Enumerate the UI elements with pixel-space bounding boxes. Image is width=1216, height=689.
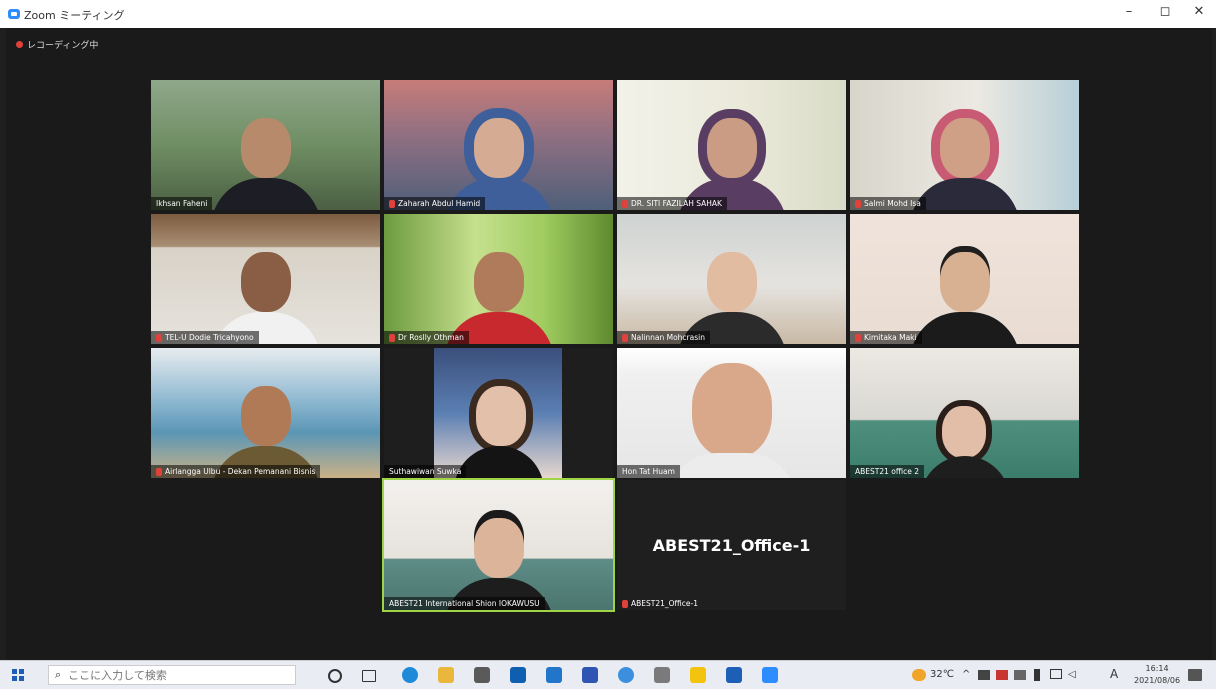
ime-indicator[interactable]: A bbox=[1110, 667, 1118, 681]
muted-mic-icon bbox=[156, 467, 162, 476]
participant-name: Hon Tat Huam bbox=[622, 467, 675, 476]
word-icon[interactable] bbox=[726, 667, 742, 683]
taskbar-search-box[interactable]: ⌕ bbox=[48, 665, 296, 685]
participant-tile[interactable]: Ikhsan Faheni bbox=[151, 80, 380, 210]
tray-chevron-icon[interactable]: ^ bbox=[962, 669, 970, 680]
participant-name: Dr Roslly Othman bbox=[398, 333, 464, 342]
window-title: Zoom ミーティング bbox=[24, 9, 125, 22]
meeting-gallery-view: レコーディング中 Ikhsan Faheni Zaharah Abdul Ham… bbox=[6, 28, 1212, 660]
participant-name: Suthawiwan Suwka bbox=[389, 467, 462, 476]
participant-tile[interactable]: Zaharah Abdul Hamid bbox=[384, 80, 613, 210]
taskbar-search-input[interactable] bbox=[66, 667, 271, 683]
participant-tile[interactable]: Salmi Mohd Isa bbox=[850, 80, 1079, 210]
mail-icon[interactable] bbox=[546, 667, 562, 683]
participant-name: Ikhsan Faheni bbox=[156, 199, 208, 208]
taskbar-clock[interactable]: 16:14 2021/08/06 bbox=[1134, 663, 1180, 687]
participant-name-bar: Ikhsan Faheni bbox=[151, 197, 213, 210]
participant-name: TEL-U Dodie Tricahyono bbox=[165, 333, 254, 342]
minimize-button[interactable]: – bbox=[1114, 4, 1144, 19]
participant-name: Zaharah Abdul Hamid bbox=[398, 199, 481, 208]
recording-label: レコーディング中 bbox=[27, 41, 99, 51]
clock-time: 16:14 bbox=[1145, 664, 1169, 673]
participant-tile-video-off[interactable]: ABEST21_Office-1 ABEST21_Office-1 bbox=[617, 480, 846, 610]
windows-start-icon[interactable] bbox=[12, 669, 24, 681]
participant-name: DR. SITI FAZILAH SAHAK bbox=[631, 199, 722, 208]
muted-mic-icon bbox=[622, 333, 628, 342]
participant-name: ABEST21 International Shion IOKAWUSU bbox=[389, 599, 540, 608]
participant-tile-active-speaker[interactable]: ABEST21 International Shion IOKAWUSU bbox=[382, 478, 615, 612]
cortana-icon[interactable] bbox=[328, 669, 342, 683]
file-explorer-icon[interactable] bbox=[438, 667, 454, 683]
recording-indicator: レコーディング中 bbox=[16, 38, 98, 51]
battery-icon[interactable] bbox=[1034, 669, 1040, 681]
outlook-icon[interactable] bbox=[510, 667, 526, 683]
notification-icon[interactable] bbox=[1188, 669, 1202, 681]
store-icon[interactable] bbox=[474, 667, 490, 683]
participant-tile[interactable]: Hon Tat Huam bbox=[617, 348, 846, 478]
participant-tile[interactable]: Dr Roslly Othman bbox=[384, 214, 613, 344]
muted-mic-icon bbox=[855, 199, 861, 208]
task-view-icon[interactable] bbox=[362, 670, 376, 682]
tray-app-icon[interactable] bbox=[1014, 670, 1026, 680]
participant-name: Airlangga Ulbu - Dekan Pemanani Bisnis bbox=[165, 467, 316, 476]
muted-mic-icon bbox=[855, 333, 861, 342]
muted-mic-icon bbox=[389, 199, 395, 208]
edge-icon[interactable] bbox=[402, 667, 418, 683]
participant-name: Nalinnan Mohcrasin bbox=[631, 333, 705, 342]
close-button[interactable]: ✕ bbox=[1184, 4, 1214, 19]
teams-icon[interactable] bbox=[582, 667, 598, 683]
muted-mic-icon bbox=[156, 333, 162, 342]
windows-taskbar: ⌕ 32℃ ^ ◁ A 16:14 2021/08/06 bbox=[0, 660, 1216, 689]
browser-icon[interactable] bbox=[618, 667, 634, 683]
tray-app-icon[interactable] bbox=[996, 670, 1008, 680]
sticky-notes-icon[interactable] bbox=[690, 667, 706, 683]
participant-tile[interactable]: DR. SITI FAZILAH SAHAK bbox=[617, 80, 846, 210]
search-icon: ⌕ bbox=[55, 668, 62, 681]
clock-date: 2021/08/06 bbox=[1134, 676, 1181, 685]
participant-tile[interactable]: Airlangga Ulbu - Dekan Pemanani Bisnis bbox=[151, 348, 380, 478]
participant-tile[interactable]: TEL-U Dodie Tricahyono bbox=[151, 214, 380, 344]
participant-tile[interactable]: ABEST21 office 2 bbox=[850, 348, 1079, 478]
record-icon bbox=[16, 41, 23, 48]
participant-name: Salmi Mohd Isa bbox=[864, 199, 921, 208]
participant-name: ABEST21_Office-1 bbox=[631, 599, 699, 608]
volume-icon[interactable]: ◁ bbox=[1068, 669, 1076, 680]
zoom-taskbar-icon[interactable] bbox=[762, 667, 778, 683]
muted-mic-icon bbox=[622, 599, 628, 608]
participant-tile[interactable]: Kimitaka Maki bbox=[850, 214, 1079, 344]
zoom-logo-icon bbox=[8, 9, 20, 19]
app-icon[interactable] bbox=[654, 667, 670, 683]
muted-mic-icon bbox=[389, 333, 395, 342]
network-icon[interactable] bbox=[1050, 669, 1062, 679]
tray-app-icon[interactable] bbox=[978, 670, 990, 680]
muted-mic-icon bbox=[622, 199, 628, 208]
participant-name: ABEST21 office 2 bbox=[855, 467, 920, 476]
participant-name: Kimitaka Maki bbox=[864, 333, 917, 342]
weather-temperature[interactable]: 32℃ bbox=[930, 669, 954, 680]
maximize-button[interactable]: ◻ bbox=[1150, 4, 1180, 19]
weather-icon[interactable] bbox=[912, 669, 926, 681]
participant-tile[interactable]: Nalinnan Mohcrasin bbox=[617, 214, 846, 344]
participant-display-name: ABEST21_Office-1 bbox=[652, 535, 811, 555]
participant-tile[interactable]: Suthawiwan Suwka bbox=[384, 348, 613, 478]
title-bar: Zoom ミーティング – ◻ ✕ bbox=[0, 0, 1216, 28]
